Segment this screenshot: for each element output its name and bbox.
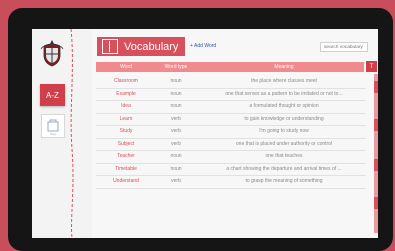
column-meaning: Meaning [274,64,294,70]
table-row[interactable]: Example noun one that serves as a patter… [96,89,366,101]
row-type: verb [171,178,181,184]
row-type: verb [171,128,181,134]
row-word: Example [116,90,136,97]
table-row[interactable]: Classroom noun the place where classes m… [96,76,366,89]
page-title: Vocabulary [124,40,179,53]
row-meaning: to grasp the meaning of something [245,178,323,184]
sidebar: A-Z Bag [32,29,74,238]
crest-logo-icon [40,40,64,67]
row-meaning: a formulated thought or opinion [249,103,319,109]
sidebar-divider [70,29,74,238]
book-icon [102,39,118,54]
table-row[interactable]: Understand verb to grasp the meaning of … [96,176,366,189]
scroll-marker [374,197,378,209]
row-type: verb [171,115,181,122]
table-row[interactable]: Timetable noun a chart showing the depar… [96,164,366,176]
app-screen: A-Z Bag Vocabulary + Add Word Word [32,29,378,238]
row-meaning: one that is placed under authority or co… [235,140,333,147]
row-type: noun [170,165,182,172]
row-word: Learn [119,115,133,122]
row-meaning: I'm going to study now [259,128,309,134]
row-meaning: the place where classes meet [251,78,317,84]
row-type: noun [170,153,182,159]
table-header: Word Word type Meaning [96,62,364,72]
vocabulary-table: Classroom noun the place where classes m… [96,76,366,189]
search-input[interactable] [320,42,368,52]
a-z-button[interactable]: A-Z [40,84,65,106]
vocabulary-panel: Vocabulary + Add Word Word Word type Mea… [92,29,378,238]
table-row[interactable]: Idea noun a formulated thought or opinio… [96,101,366,114]
row-meaning: one that teaches [265,153,303,159]
table-row[interactable]: Study verb I'm going to study now [96,126,366,139]
scroll-marker [374,119,378,131]
bag-button[interactable]: Bag [41,114,65,138]
row-type: noun [170,103,182,109]
row-type: noun [170,78,182,84]
column-word-type: Word type [164,64,188,70]
row-word: Classroom [114,78,138,84]
filter-button[interactable]: T [366,61,377,72]
row-word: Understand [113,178,139,184]
add-word-link[interactable]: + Add Word [190,43,216,49]
row-meaning: to gain knowledge or understanding [244,115,324,122]
table-row[interactable]: Subject verb one that is placed under au… [96,139,366,151]
row-type: noun [170,90,182,97]
table-row[interactable]: Teacher noun one that teaches [96,151,366,164]
table-row[interactable]: Learn verb to gain knowledge or understa… [96,114,366,126]
row-word: Timetable [115,165,137,172]
row-word: Study [119,128,133,134]
column-word: Word [120,64,132,70]
row-type: verb [171,140,181,147]
scroll-marker [374,81,378,93]
tablet-frame: A-Z Bag Vocabulary + Add Word Word [8,8,393,251]
bag-label: Bag [50,132,56,136]
vocabulary-header: Vocabulary [97,37,185,56]
row-meaning: one that serves as a pattern to be imita… [225,90,343,97]
row-meaning: a chart showing the departure and arriva… [226,165,342,172]
row-word: Subject [117,140,135,147]
scrollbar[interactable] [374,74,378,233]
row-word: Idea [121,103,131,109]
row-word: Teacher [117,153,135,159]
scroll-marker [374,159,378,171]
bag-icon: Bag [47,119,59,136]
